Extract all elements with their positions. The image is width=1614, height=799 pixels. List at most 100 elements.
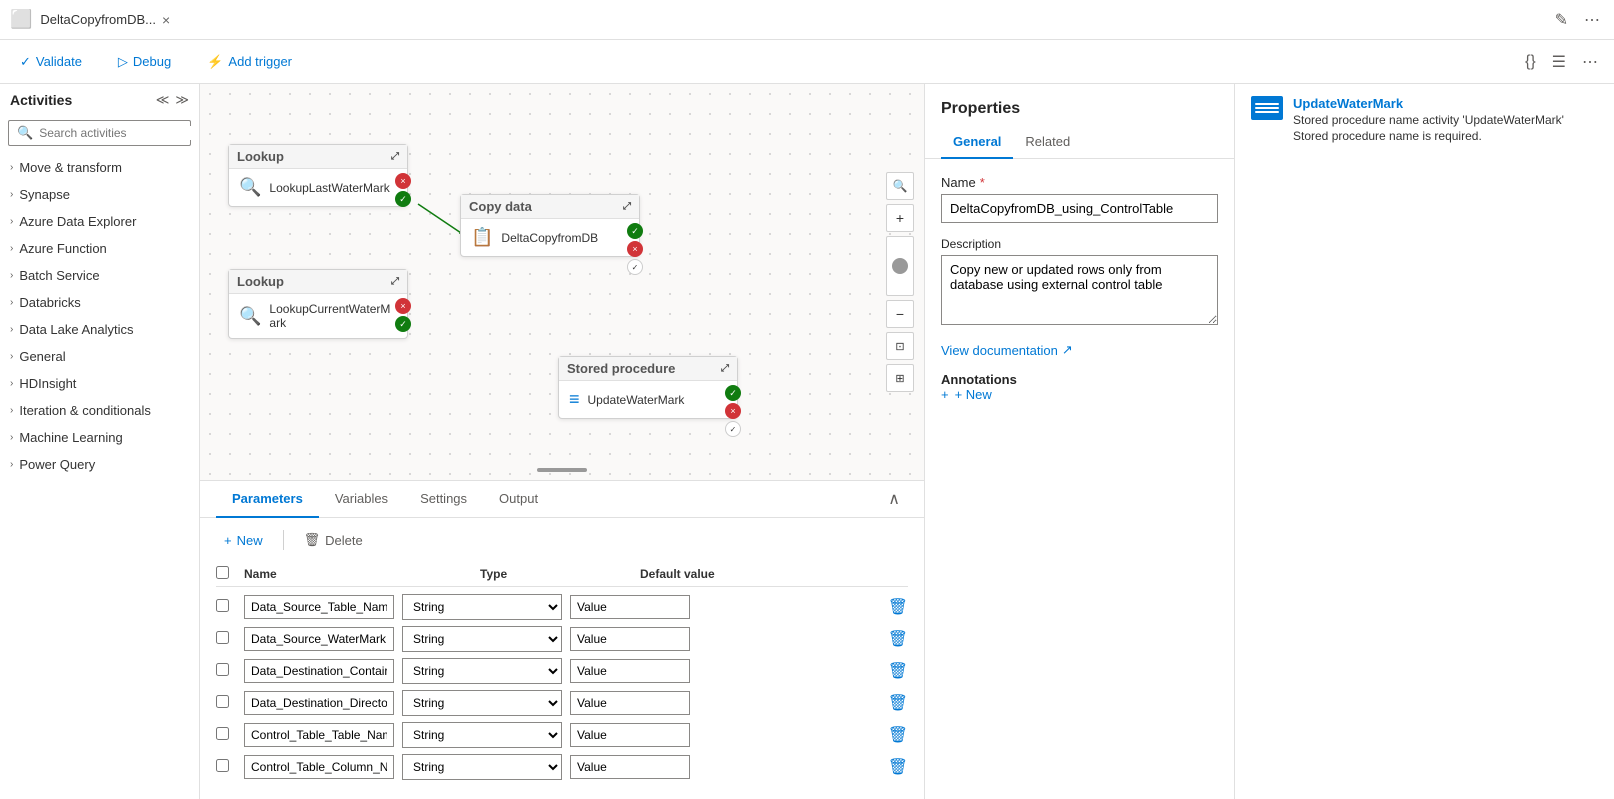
param-type-select[interactable]: String (402, 690, 562, 716)
sidebar-item-data-lake[interactable]: › Data Lake Analytics (0, 316, 199, 343)
node-check-btn[interactable]: ✓ (725, 385, 741, 401)
sidebar-item-machine-learning[interactable]: › Machine Learning (0, 424, 199, 451)
tab-general[interactable]: General (941, 126, 1013, 159)
param-default-input[interactable] (570, 723, 690, 747)
param-name-input[interactable] (244, 659, 394, 683)
pipeline-canvas[interactable]: Lookup ⤢ 🔍 LookupLastWaterMark × ✓ Looku… (200, 84, 924, 480)
param-name-input[interactable] (244, 595, 394, 619)
node-check-btn[interactable]: ✓ (395, 316, 411, 332)
row-checkbox[interactable] (216, 695, 229, 708)
sidebar-item-batch-service[interactable]: › Batch Service (0, 262, 199, 289)
node-check-btn[interactable]: ✓ (627, 223, 643, 239)
row-delete-btn[interactable]: 🗑 (888, 693, 908, 713)
param-name-input[interactable] (244, 691, 394, 715)
sidebar-item-synapse[interactable]: › Synapse (0, 181, 199, 208)
param-default-input[interactable] (570, 755, 690, 779)
error-text-area: UpdateWaterMark Stored procedure name ac… (1293, 96, 1598, 143)
search-canvas-btn[interactable]: 🔍 (886, 172, 914, 200)
collapse-icon[interactable]: ≪ (156, 92, 170, 108)
row-checkbox[interactable] (216, 631, 229, 644)
params-icon-btn[interactable]: ☰ (1548, 48, 1570, 76)
stored-proc-error-icon (1251, 96, 1283, 120)
param-name-input[interactable] (244, 627, 394, 651)
node-warn-btn[interactable]: ✓ (725, 421, 741, 437)
trigger-button[interactable]: ⚡ Add trigger (199, 50, 300, 74)
more-options-btn[interactable]: ⋯ (1580, 6, 1604, 34)
node-delete-btn[interactable]: × (395, 298, 411, 314)
param-type-select[interactable]: String (402, 754, 562, 780)
search-box[interactable]: 🔍 (8, 120, 191, 146)
select-all-checkbox[interactable] (216, 566, 229, 579)
validate-button[interactable]: ✓ Validate (12, 50, 90, 74)
param-type-select[interactable]: String (402, 626, 562, 652)
param-default-input[interactable] (570, 595, 690, 619)
param-type-select[interactable]: String (402, 722, 562, 748)
sidebar-item-hdinsight[interactable]: › HDInsight (0, 370, 199, 397)
name-field-input[interactable] (941, 194, 1218, 223)
tab-output[interactable]: Output (483, 481, 554, 518)
row-delete-btn[interactable]: 🗑 (888, 661, 908, 681)
fit-screen-btn[interactable]: ⊡ (886, 332, 914, 360)
description-field-textarea[interactable]: Copy new or updated rows only from datab… (941, 255, 1218, 325)
grid-btn[interactable]: ⊞ (886, 364, 914, 392)
row-delete-btn[interactable]: 🗑 (888, 597, 908, 617)
param-name-input[interactable] (244, 723, 394, 747)
param-default-input[interactable] (570, 691, 690, 715)
row-delete-btn[interactable]: 🗑 (888, 757, 908, 777)
param-type-select[interactable]: String (402, 594, 562, 620)
param-name-input[interactable] (244, 755, 394, 779)
zoom-out-btn[interactable]: − (886, 300, 914, 328)
node-stored-procedure[interactable]: Stored procedure ⤢ ≡ UpdateWaterMark ✓ ×… (558, 356, 738, 419)
node-delete-btn[interactable]: × (395, 173, 411, 189)
tab-related[interactable]: Related (1013, 126, 1082, 159)
node-lookup-current-watermark[interactable]: Lookup ⤢ 🔍 LookupCurrentWaterMark × ✓ (228, 269, 408, 339)
row-delete-btn[interactable]: 🗑 (888, 725, 908, 745)
more-icon-btn[interactable]: ⋯ (1578, 48, 1602, 76)
view-documentation-link[interactable]: View documentation ↗ (941, 342, 1218, 358)
tab-settings[interactable]: Settings (404, 481, 483, 518)
tab-variables[interactable]: Variables (319, 481, 404, 518)
sidebar-item-databricks[interactable]: › Databricks (0, 289, 199, 316)
close-bottom-panel-btn[interactable]: ∧ (880, 481, 908, 517)
row-checkbox[interactable] (216, 599, 229, 612)
sidebar-item-azure-data-explorer[interactable]: › Azure Data Explorer (0, 208, 199, 235)
top-bar: ⬜ DeltaCopyfromDB... × ✎ ⋯ (0, 0, 1614, 40)
bottom-tabs: Parameters Variables Settings Output ∧ (200, 481, 924, 518)
row-delete-btn[interactable]: 🗑 (888, 629, 908, 649)
row-checkbox[interactable] (216, 727, 229, 740)
tab-close-btn[interactable]: × (162, 12, 170, 28)
sidebar-item-power-query[interactable]: › Power Query (0, 451, 199, 478)
properties-panel: Properties General Related Name * Descri… (924, 84, 1234, 799)
delete-param-button[interactable]: 🗑 Delete (296, 528, 371, 552)
description-field-group: Description Copy new or updated rows onl… (941, 237, 1218, 328)
code-icon-btn[interactable]: {} (1521, 49, 1540, 75)
node-delete-btn[interactable]: × (627, 241, 643, 257)
search-input[interactable] (39, 126, 194, 140)
expand-icon[interactable]: ≫ (175, 92, 189, 108)
param-type-select[interactable]: String (402, 658, 562, 684)
new-param-button[interactable]: + New (216, 529, 271, 552)
sidebar-item-move-transform[interactable]: › Move & transform (0, 154, 199, 181)
node-expand-icon: ⤢ (391, 151, 399, 162)
row-checkbox[interactable] (216, 759, 229, 772)
node-check-btn[interactable]: ✓ (395, 191, 411, 207)
node-lookup-last-watermark[interactable]: Lookup ⤢ 🔍 LookupLastWaterMark × ✓ (228, 144, 408, 207)
zoom-in-btn[interactable]: + (886, 204, 914, 232)
tab-parameters[interactable]: Parameters (216, 481, 319, 518)
top-bar-actions: ✎ ⋯ (1551, 6, 1604, 34)
sidebar-item-iteration[interactable]: › Iteration & conditionals (0, 397, 199, 424)
new-annotation-btn[interactable]: + + New (941, 387, 1218, 402)
param-default-input[interactable] (570, 659, 690, 683)
edit-icon-btn[interactable]: ✎ (1551, 6, 1572, 34)
param-default-input[interactable] (570, 627, 690, 651)
debug-button[interactable]: ▷ Debug (110, 50, 179, 74)
sidebar-item-azure-function[interactable]: › Azure Function (0, 235, 199, 262)
zoom-slider[interactable] (886, 236, 914, 296)
node-delete-btn[interactable]: × (725, 403, 741, 419)
sidebar-item-general[interactable]: › General (0, 343, 199, 370)
error-title[interactable]: UpdateWaterMark (1293, 96, 1598, 111)
row-checkbox[interactable] (216, 663, 229, 676)
node-copy-data[interactable]: Copy data ⤢ 📋 DeltaCopyfromDB ✓ × ✓ (460, 194, 640, 257)
node-settings-btn[interactable]: ✓ (627, 259, 643, 275)
col-header-type: Type (480, 567, 640, 581)
